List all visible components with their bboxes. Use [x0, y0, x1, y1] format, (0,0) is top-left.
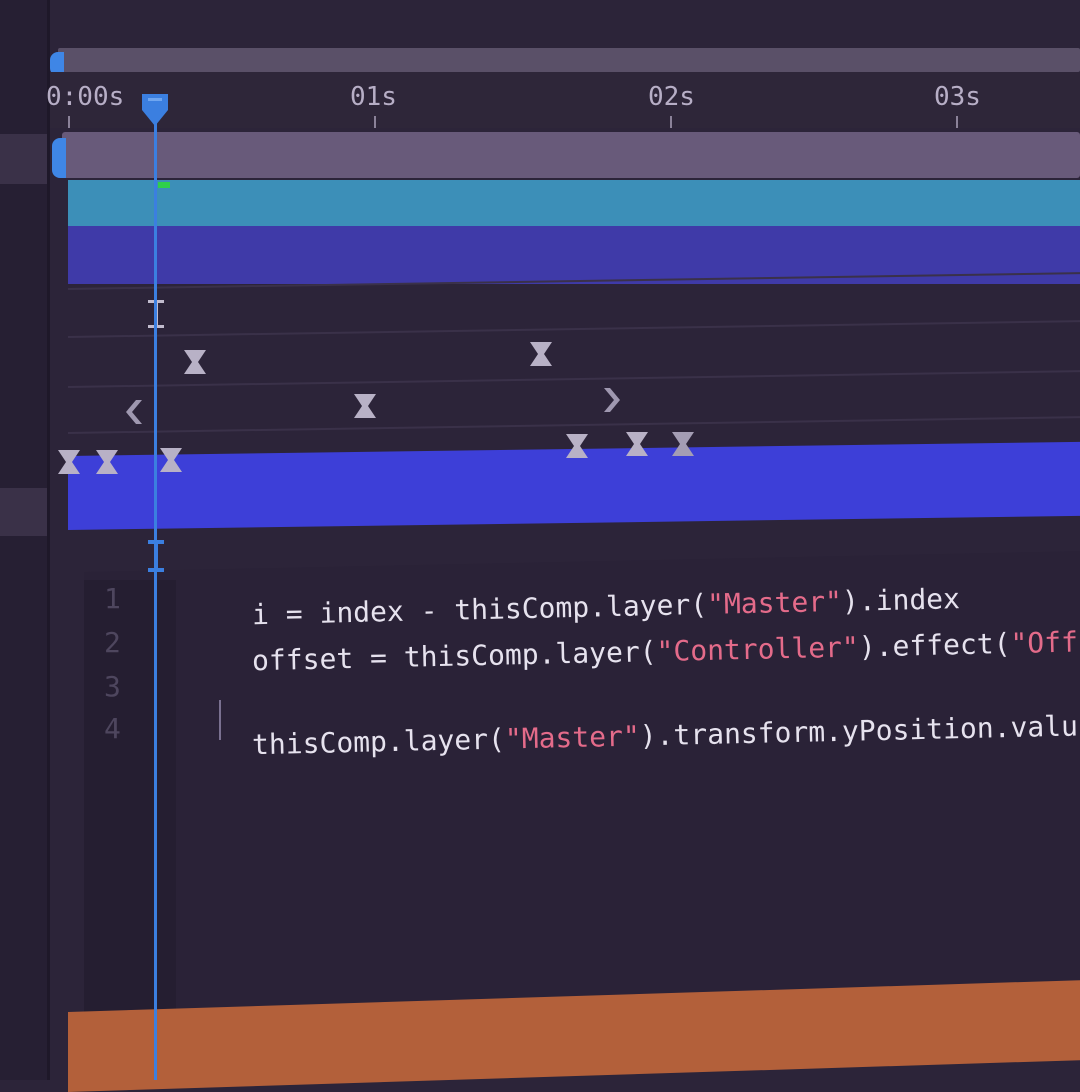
ruler-label-2: 02s: [648, 82, 695, 112]
ruler-tick: [956, 116, 958, 128]
hourglass-keyframe-icon[interactable]: [56, 448, 82, 476]
ease-out-keyframe-icon[interactable]: [600, 386, 626, 414]
track-divider: [68, 370, 1080, 388]
layer-row-selected-2[interactable]: [0, 488, 48, 536]
hourglass-keyframe-icon[interactable]: [624, 430, 650, 458]
playhead-line[interactable]: [154, 100, 157, 1080]
time-ruler[interactable]: [50, 72, 1080, 128]
hourglass-keyframe-icon[interactable]: [564, 432, 590, 460]
hourglass-keyframe-icon[interactable]: [158, 446, 184, 474]
editor-line-gutter: [84, 580, 176, 1040]
ease-in-keyframe-icon[interactable]: [120, 398, 146, 426]
code-text: thisComp.layer(: [251, 722, 506, 762]
layer-row-selected[interactable]: [0, 134, 48, 184]
line-number-3: 3: [104, 670, 121, 703]
code-string: "Off: [1010, 625, 1079, 661]
composition-range-bar[interactable]: [62, 132, 1080, 178]
code-text: ).effect(: [858, 627, 1011, 664]
render-cache-marker: [158, 182, 170, 188]
range-start-handle[interactable]: [52, 138, 66, 178]
ruler-tick: [374, 116, 376, 128]
line-number-1: 1: [104, 582, 121, 615]
line-number-4: 4: [104, 712, 121, 745]
work-area-bar[interactable]: [58, 48, 1080, 72]
ruler-tick: [68, 116, 70, 128]
track-divider: [68, 320, 1080, 338]
ruler-label-3: 03s: [934, 82, 981, 112]
playhead-bottom-icon: [146, 538, 166, 574]
text-cursor: [219, 700, 221, 740]
line-number-2: 2: [104, 626, 121, 659]
ruler-tick: [670, 116, 672, 128]
hourglass-keyframe-icon[interactable]: [352, 392, 378, 420]
panel-divider[interactable]: [47, 0, 50, 1080]
code-string: "Controller": [656, 630, 860, 669]
ruler-label-1: 01s: [350, 82, 397, 112]
hourglass-keyframe-icon[interactable]: [94, 448, 120, 476]
code-string: "Master": [504, 719, 641, 756]
playhead-handle-icon[interactable]: [140, 92, 170, 128]
hourglass-keyframe-icon[interactable]: [528, 340, 554, 368]
hourglass-keyframe-icon[interactable]: [670, 430, 696, 458]
ruler-label-0: 0:00s: [46, 82, 125, 112]
hourglass-keyframe-icon[interactable]: [182, 348, 208, 376]
